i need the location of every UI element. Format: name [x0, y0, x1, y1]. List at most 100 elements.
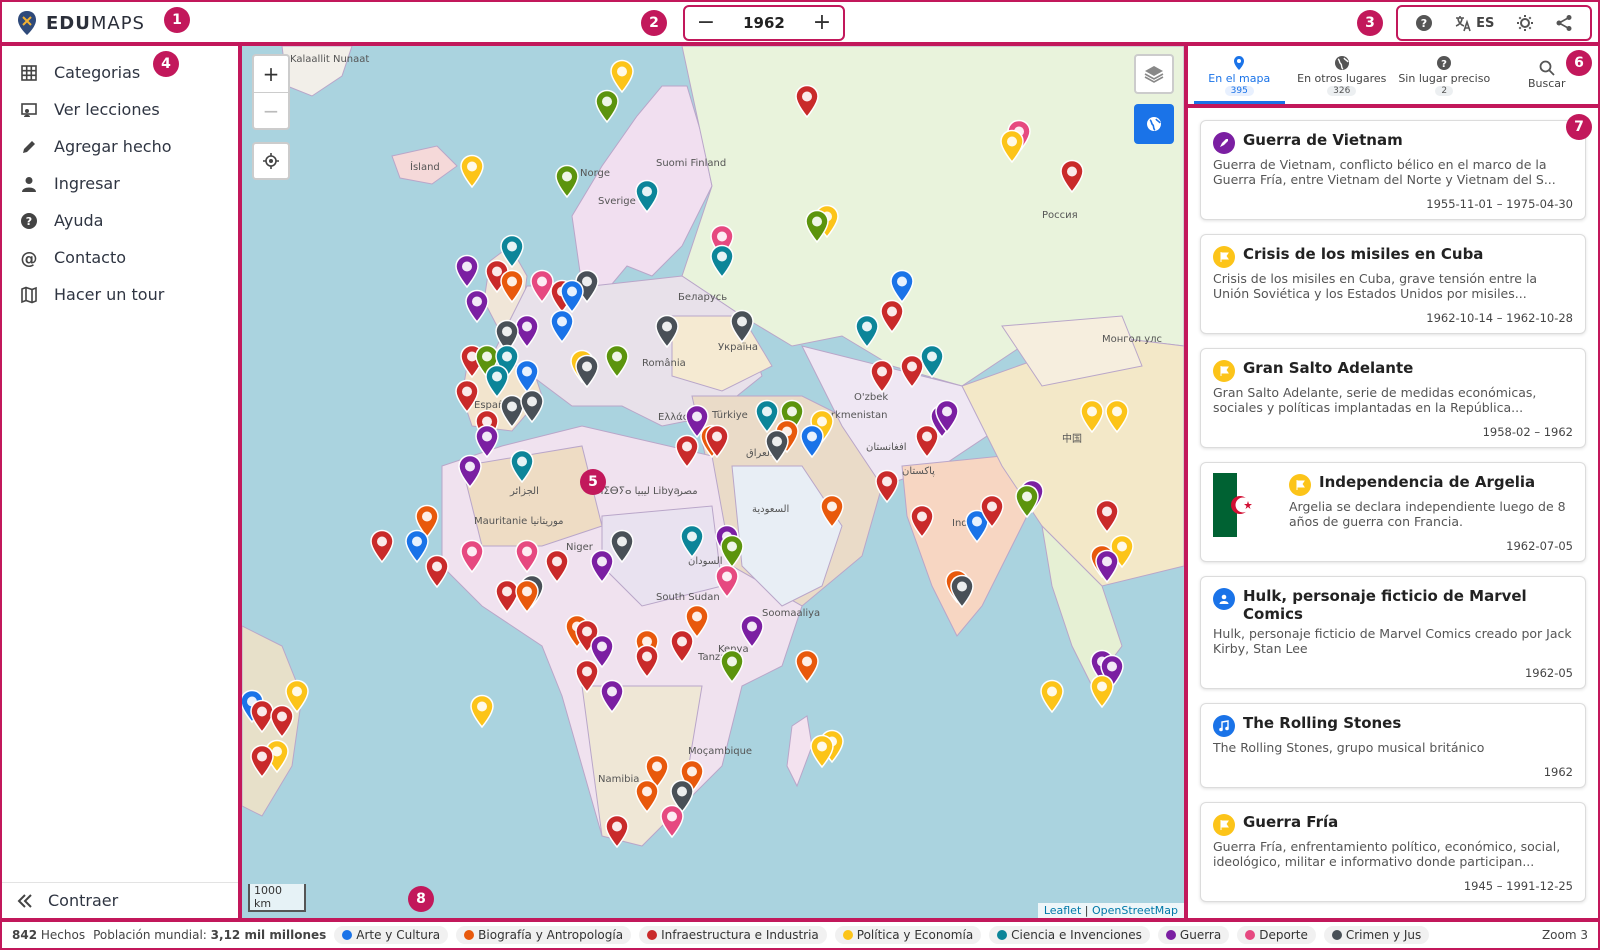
- map-marker-guerra[interactable]: [454, 254, 480, 289]
- map-marker-crimen[interactable]: [729, 309, 755, 344]
- map-marker-politica[interactable]: [1039, 679, 1065, 714]
- map-marker-infra[interactable]: [249, 744, 275, 779]
- map-marker-infra[interactable]: [914, 424, 940, 459]
- map-marker-infra[interactable]: [874, 469, 900, 504]
- map-marker-naturaleza[interactable]: [719, 649, 745, 684]
- map-marker-arte[interactable]: [559, 279, 585, 314]
- map-marker-crimen[interactable]: [609, 529, 635, 564]
- map-marker-infra[interactable]: [604, 814, 630, 849]
- map-marker-infra[interactable]: [574, 659, 600, 694]
- map-marker-politica[interactable]: [1104, 399, 1130, 434]
- map-marker-politica[interactable]: [999, 129, 1025, 164]
- map-marker-deporte[interactable]: [714, 564, 740, 599]
- language-button[interactable]: ES: [1454, 14, 1494, 32]
- map-marker-guerra[interactable]: [457, 454, 483, 489]
- map-marker-infra[interactable]: [794, 84, 820, 119]
- map-marker-biografia[interactable]: [499, 269, 525, 304]
- help-button[interactable]: ?: [1415, 14, 1433, 32]
- map-marker-deporte[interactable]: [659, 804, 685, 839]
- map-marker-infra[interactable]: [674, 434, 700, 469]
- category-chip-arte[interactable]: Arte y Cultura: [334, 926, 449, 944]
- year-increment-button[interactable]: +: [811, 12, 833, 34]
- map-marker-infra[interactable]: [979, 494, 1005, 529]
- map-marker-infra[interactable]: [899, 354, 925, 389]
- year-decrement-button[interactable]: −: [695, 12, 717, 34]
- fact-card[interactable]: Gran Salto Adelante Gran Salto Adelante,…: [1200, 348, 1586, 448]
- map-marker-guerra[interactable]: [739, 614, 765, 649]
- category-chip-guerra[interactable]: Guerra: [1157, 926, 1230, 944]
- category-chip-infraestructura[interactable]: Infraestructura e Industria: [639, 926, 827, 944]
- category-chip-crimen[interactable]: Crimen y Jus: [1323, 926, 1430, 944]
- map-marker-guerra[interactable]: [464, 289, 490, 324]
- sidebar-item-ingresar[interactable]: Ingresar: [2, 165, 238, 202]
- map-marker-arte[interactable]: [889, 269, 915, 304]
- category-chip-deporte[interactable]: Deporte: [1237, 926, 1316, 944]
- map-marker-politica[interactable]: [1089, 674, 1115, 709]
- map-marker-biografia[interactable]: [819, 494, 845, 529]
- sidebar-item-categorias[interactable]: Categorias: [2, 54, 238, 91]
- map-marker-biografia[interactable]: [634, 779, 660, 814]
- map-marker-arte[interactable]: [799, 424, 825, 459]
- map-marker-infra[interactable]: [879, 299, 905, 334]
- map-marker-crimen[interactable]: [519, 389, 545, 424]
- map-marker-naturaleza[interactable]: [594, 89, 620, 124]
- leaflet-link[interactable]: Leaflet: [1044, 904, 1081, 917]
- fact-card[interactable]: Guerra de Vietnam Guerra de Vietnam, con…: [1200, 120, 1586, 220]
- sidebar-item-ver-lecciones[interactable]: Ver lecciones: [2, 91, 238, 128]
- tab-en-el-mapa[interactable]: En el mapa 395: [1188, 46, 1291, 104]
- category-chip-biografia[interactable]: Biografía y Antropología: [456, 926, 632, 944]
- share-button[interactable]: [1555, 14, 1573, 32]
- map-marker-naturaleza[interactable]: [719, 534, 745, 569]
- fact-card[interactable]: Hulk, personaje ficticio de Marvel Comic…: [1200, 576, 1586, 689]
- category-chip-ciencia[interactable]: Ciencia e Invenciones: [989, 926, 1150, 944]
- map-marker-politica[interactable]: [609, 59, 635, 94]
- sidebar-item-hacer-un-tour[interactable]: Hacer un tour: [2, 276, 238, 313]
- map-marker-guerra[interactable]: [474, 424, 500, 459]
- map[interactable]: Kalaallit Nunaat Ísland Suomi Finland Sv…: [240, 44, 1186, 920]
- map-marker-naturaleza[interactable]: [804, 209, 830, 244]
- map-marker-ciencia[interactable]: [634, 179, 660, 214]
- tab-sin-lugar-preciso[interactable]: ? Sin lugar preciso 2: [1393, 46, 1496, 104]
- sidebar-item-agregar-hecho[interactable]: Agregar hecho: [2, 128, 238, 165]
- zoom-in-button[interactable]: +: [254, 56, 288, 92]
- map-marker-naturaleza[interactable]: [604, 344, 630, 379]
- map-marker-naturaleza[interactable]: [1014, 484, 1040, 519]
- zoom-out-button[interactable]: −: [254, 92, 288, 128]
- map-marker-guerra[interactable]: [1094, 549, 1120, 584]
- map-marker-infra[interactable]: [869, 359, 895, 394]
- map-marker-politica[interactable]: [809, 734, 835, 769]
- map-marker-guerra[interactable]: [599, 679, 625, 714]
- map-marker-crimen[interactable]: [764, 429, 790, 464]
- fact-card[interactable]: Crisis de los misiles en Cuba Crisis de …: [1200, 234, 1586, 334]
- map-marker-arte[interactable]: [549, 309, 575, 344]
- map-marker-biografia[interactable]: [794, 649, 820, 684]
- layers-button[interactable]: [1134, 54, 1174, 94]
- map-marker-infra[interactable]: [454, 379, 480, 414]
- collapse-sidebar-button[interactable]: Contraer: [2, 882, 238, 918]
- sidebar-item-contacto[interactable]: @ Contacto: [2, 239, 238, 276]
- map-marker-deporte[interactable]: [459, 539, 485, 574]
- map-marker-arte[interactable]: [514, 359, 540, 394]
- map-marker-ciencia[interactable]: [484, 364, 510, 399]
- globe-button[interactable]: [1134, 104, 1174, 144]
- category-chip-politica[interactable]: Política y Economía: [834, 926, 982, 944]
- map-marker-crimen[interactable]: [949, 574, 975, 609]
- map-marker-ciencia[interactable]: [709, 244, 735, 279]
- map-marker-infra[interactable]: [544, 549, 570, 584]
- map-marker-infra[interactable]: [704, 424, 730, 459]
- map-marker-infra[interactable]: [369, 529, 395, 564]
- map-marker-naturaleza[interactable]: [554, 164, 580, 199]
- brand[interactable]: EDUMAPS: [16, 8, 145, 38]
- theme-button[interactable]: [1516, 14, 1534, 32]
- map-marker-crimen[interactable]: [574, 354, 600, 389]
- osm-link[interactable]: OpenStreetMap: [1092, 904, 1178, 917]
- sidebar-item-ayuda[interactable]: ? Ayuda: [2, 202, 238, 239]
- map-marker-ciencia[interactable]: [679, 524, 705, 559]
- locate-button[interactable]: [252, 142, 290, 180]
- map-marker-infra[interactable]: [1094, 499, 1120, 534]
- tab-en-otros-lugares[interactable]: En otros lugares 326: [1291, 46, 1394, 104]
- map-marker-politica[interactable]: [1079, 399, 1105, 434]
- map-marker-ciencia[interactable]: [854, 314, 880, 349]
- map-marker-politica[interactable]: [459, 154, 485, 189]
- map-marker-infra[interactable]: [909, 504, 935, 539]
